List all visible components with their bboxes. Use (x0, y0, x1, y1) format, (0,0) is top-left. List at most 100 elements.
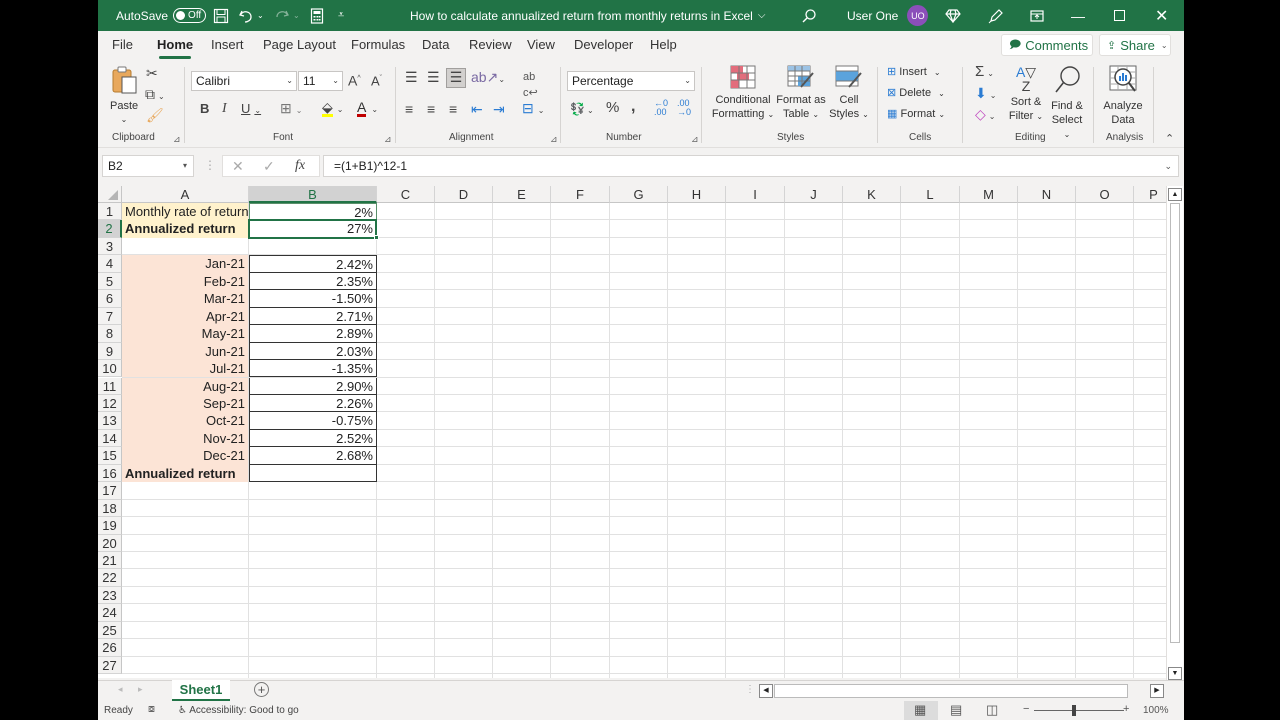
sheet-tab-sheet1[interactable]: Sheet1 (172, 680, 230, 701)
undo-icon[interactable]: ⌄ (238, 0, 264, 31)
zoom-slider-thumb[interactable] (1072, 705, 1076, 716)
row-header-24[interactable]: 24 (98, 604, 122, 622)
cell-a12[interactable]: Sep-21 (122, 394, 249, 413)
cell-b10[interactable]: -1.35% (249, 360, 377, 378)
spreadsheet-grid[interactable]: A B C D E F G H I J K L M N O P 1 Monthly rate of return 2… (98, 186, 1166, 678)
cell-a10[interactable]: Jul-21 (122, 360, 249, 378)
column-header-g[interactable]: G (610, 186, 668, 203)
row-header-20[interactable]: 20 (98, 534, 122, 552)
scroll-up-button[interactable]: ▲ (1168, 188, 1182, 201)
column-header-n[interactable]: N (1018, 186, 1076, 203)
fill-color-icon[interactable]: ⬙ ⌄ (322, 99, 343, 118)
format-painter-icon[interactable]: 🖌 (146, 107, 164, 123)
underline-button[interactable]: U ⌄ (241, 101, 261, 119)
alignment-launcher-icon[interactable]: ⊿ (550, 134, 558, 145)
paste-button[interactable]: Paste ⌄ (110, 65, 138, 127)
minimize-button[interactable]: — (1071, 0, 1085, 31)
save-icon[interactable] (213, 0, 229, 31)
page-layout-view-icon[interactable]: ▤ (950, 702, 962, 718)
row-header-12[interactable]: 12 (98, 394, 122, 413)
cell-a4[interactable]: Jan-21 (122, 255, 249, 273)
tab-developer[interactable]: Developer (574, 31, 633, 61)
cell-b24[interactable] (249, 604, 377, 621)
cell-b11[interactable]: 2.90% (249, 377, 377, 395)
align-left-icon[interactable]: ≡ (405, 101, 413, 117)
cell-b9[interactable]: 2.03% (249, 342, 377, 361)
column-header-k[interactable]: K (843, 186, 901, 203)
format-as-table-button[interactable]: Format as Table ⌄ (774, 65, 828, 122)
autosave[interactable]: AutoSave Off (116, 0, 207, 31)
cell-a8[interactable]: May-21 (122, 325, 249, 343)
cell-b15[interactable]: 2.68% (249, 447, 377, 465)
cell-a1[interactable]: Monthly rate of return (122, 203, 249, 221)
scroll-left-button[interactable]: ◀ (759, 684, 773, 698)
maximize-button[interactable] (1114, 0, 1125, 31)
clear-icon[interactable]: ◇ ⌄ (975, 106, 995, 125)
font-color-icon[interactable]: A ⌄ (357, 99, 378, 118)
share-button[interactable]: ⇪ Share ⌄ (1099, 34, 1171, 56)
prev-sheet-icon[interactable]: ◂ (118, 684, 123, 695)
fill-handle[interactable] (374, 234, 379, 240)
document-title[interactable]: How to calculate annualized return from … (410, 0, 765, 31)
enter-icon[interactable]: ✓ (263, 158, 275, 175)
autosum-icon[interactable]: Σ ⌄ (975, 64, 994, 82)
cell-b20[interactable] (249, 535, 377, 552)
row-header-6[interactable]: 6 (98, 290, 122, 308)
column-header-c[interactable]: C (377, 186, 435, 203)
cell-a16[interactable]: Annualized return (122, 464, 249, 483)
customize-qat-icon[interactable]: ⩡ (338, 0, 344, 31)
macro-recording-icon[interactable]: ⧇ (148, 703, 155, 716)
row-header-13[interactable]: 13 (98, 412, 122, 430)
percent-style-button[interactable]: % (606, 100, 619, 116)
row-header-17[interactable]: 17 (98, 482, 122, 500)
format-cells-button[interactable]: ▦ Format ⌄ (887, 107, 945, 122)
align-right-icon[interactable]: ≡ (449, 101, 457, 117)
middle-align-icon[interactable]: ☰ (427, 69, 440, 85)
column-header-o[interactable]: O (1076, 186, 1134, 203)
decrease-font-size-icon[interactable]: Aˇ (371, 71, 382, 89)
cell-a21[interactable] (122, 552, 249, 570)
column-header-l[interactable]: L (901, 186, 960, 203)
expand-formula-bar-icon[interactable]: ⌄ (1164, 156, 1172, 176)
cell-b17[interactable] (249, 482, 377, 499)
cell-b14[interactable]: 2.52% (249, 429, 377, 448)
italic-button[interactable]: I (222, 101, 227, 117)
cancel-icon[interactable]: ✕ (232, 158, 244, 175)
font-size-select[interactable]: 11 ⌄ (298, 71, 343, 91)
close-button[interactable]: ✕ (1155, 0, 1168, 31)
increase-decimal-icon[interactable]: ←0.00 (654, 99, 668, 117)
column-header-i[interactable]: I (726, 186, 785, 203)
scroll-right-button[interactable]: ▶ (1150, 684, 1164, 698)
cell-b5[interactable]: 2.35% (249, 272, 377, 291)
cell-b2[interactable]: 27% (249, 220, 377, 238)
copy-icon[interactable]: ⧉ ⌄ (145, 86, 165, 105)
premium-diamond-icon[interactable] (945, 0, 961, 31)
bold-button[interactable]: B (200, 101, 209, 117)
search-icon[interactable] (801, 0, 817, 31)
tab-home[interactable]: Home (157, 31, 193, 61)
zoom-level[interactable]: 100% (1143, 705, 1169, 716)
cell-b7[interactable]: 2.71% (249, 307, 377, 326)
cell-b21[interactable] (249, 552, 377, 569)
borders-icon[interactable]: ⊞ ⌄ (280, 100, 302, 119)
row-header-25[interactable]: 25 (98, 621, 122, 640)
row-header-14[interactable]: 14 (98, 429, 122, 448)
split-handle-icon[interactable]: ⋮ (745, 684, 755, 695)
page-break-view-icon[interactable]: ◫ (986, 702, 998, 718)
top-align-icon[interactable]: ☰ (405, 69, 418, 85)
row-header-26[interactable]: 26 (98, 639, 122, 657)
cell-a13[interactable]: Oct-21 (122, 412, 249, 430)
row-header-15[interactable]: 15 (98, 447, 122, 465)
number-format-select[interactable]: Percentage ⌄ (567, 71, 695, 91)
align-center-icon[interactable]: ≡ (427, 101, 435, 117)
formula-input[interactable]: =(1+B1)^12-1 ⌄ (323, 155, 1179, 177)
delete-cells-button[interactable]: ⊠ Delete ⌄ (887, 86, 945, 101)
cell-a6[interactable]: Mar-21 (122, 290, 249, 308)
decrease-decimal-icon[interactable]: .00 →0 (677, 99, 691, 117)
clipboard-launcher-icon[interactable]: ⊿ (173, 134, 181, 145)
cell-a26[interactable] (122, 639, 249, 657)
collapse-ribbon-icon[interactable]: ⌃ (1165, 131, 1174, 147)
row-header-11[interactable]: 11 (98, 377, 122, 395)
conditional-formatting-button[interactable]: Conditional Formatting ⌄ (710, 65, 776, 122)
pen-icon[interactable] (988, 0, 1004, 31)
